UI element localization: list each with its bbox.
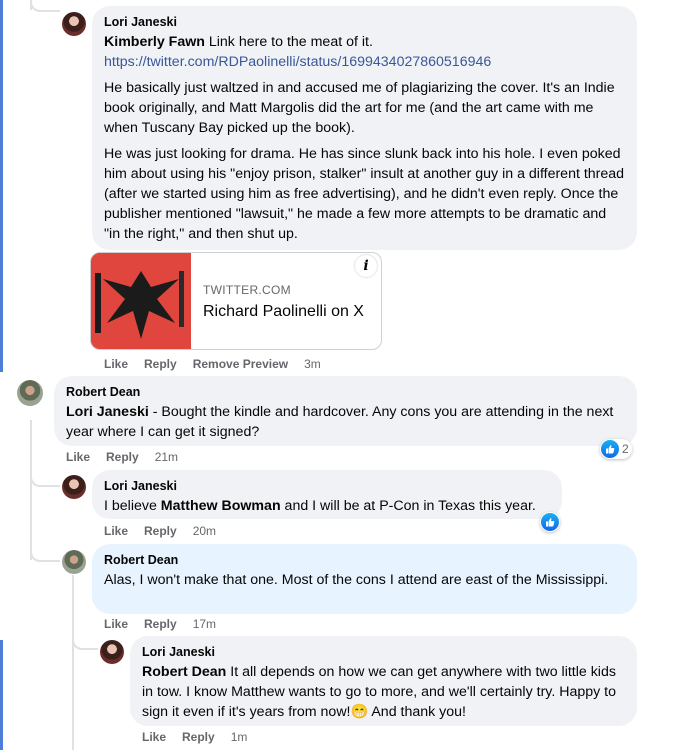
comment-text: Alas, I won't make that one. Most of the… bbox=[104, 572, 609, 588]
mention-link[interactable]: Matthew Bowman bbox=[161, 498, 281, 514]
timestamp[interactable]: 1m bbox=[231, 730, 248, 744]
timestamp[interactable]: 3m bbox=[304, 357, 321, 371]
thread-connector bbox=[72, 628, 98, 650]
preview-title[interactable]: Richard Paolinelli on X bbox=[203, 303, 364, 320]
like-button[interactable]: Like bbox=[104, 357, 128, 371]
like-button[interactable]: Like bbox=[104, 617, 128, 631]
timestamp[interactable]: 20m bbox=[193, 524, 216, 538]
comment-bubble: Lori Janeski I believe Matthew Bowman an… bbox=[92, 470, 562, 519]
preview-thumbnail bbox=[91, 253, 191, 349]
avatar-lori-icon[interactable] bbox=[100, 640, 124, 664]
preview-meta: TWITTER.COM Richard Paolinelli on X bbox=[203, 283, 364, 321]
comment-bubble: Lori Janeski Robert Dean It all depends … bbox=[130, 636, 637, 726]
thread-connector bbox=[30, 465, 60, 487]
timestamp[interactable]: 21m bbox=[155, 450, 178, 464]
comment-text: I believe Matthew Bowman and I will be a… bbox=[104, 498, 536, 514]
thread-line bbox=[30, 420, 32, 560]
like-button[interactable]: Like bbox=[66, 450, 90, 464]
comment-author[interactable]: Lori Janeski bbox=[142, 644, 625, 660]
comment-actions: Like Reply 17m bbox=[104, 617, 216, 631]
avatar-robert-icon[interactable] bbox=[17, 380, 43, 406]
reply-button[interactable]: Reply bbox=[106, 450, 139, 464]
comment-text: Lori Janeski - Bought the kindle and har… bbox=[66, 404, 614, 440]
comment-actions: Like Reply 21m bbox=[66, 450, 178, 464]
comment-paragraph: He was just looking for drama. He has si… bbox=[104, 146, 625, 242]
comment-author[interactable]: Lori Janeski bbox=[104, 478, 550, 494]
comment-actions: Like Reply 1m bbox=[142, 730, 247, 744]
comment-bubble: Robert Dean Lori Janeski - Bought the ki… bbox=[54, 376, 637, 446]
reply-button[interactable]: Reply bbox=[144, 357, 177, 371]
reaction-count: 2 bbox=[622, 442, 629, 456]
mention-link[interactable]: Robert Dean bbox=[142, 664, 226, 680]
comment-text: Robert Dean It all depends on how we can… bbox=[142, 664, 616, 720]
avatar-lori-icon[interactable] bbox=[62, 475, 86, 499]
thread-edge-bar bbox=[0, 640, 3, 750]
comment-actions: Like Reply Remove Preview 3m bbox=[104, 357, 321, 371]
info-icon[interactable]: i bbox=[355, 255, 377, 277]
reply-button[interactable]: Reply bbox=[182, 730, 215, 744]
mention-link[interactable]: Kimberly Fawn bbox=[104, 34, 205, 50]
remove-preview-button[interactable]: Remove Preview bbox=[193, 357, 288, 371]
reply-button[interactable]: Reply bbox=[144, 617, 177, 631]
thumbs-up-icon bbox=[541, 513, 559, 531]
link-preview-card[interactable]: TWITTER.COM Richard Paolinelli on X i bbox=[90, 252, 382, 350]
timestamp[interactable]: 17m bbox=[193, 617, 216, 631]
like-button[interactable]: Like bbox=[142, 730, 166, 744]
comment-author[interactable]: Robert Dean bbox=[66, 384, 625, 400]
thread-connector bbox=[30, 0, 60, 12]
reaction-badge[interactable]: 2 bbox=[600, 439, 632, 459]
comment-author[interactable]: Robert Dean bbox=[104, 552, 625, 568]
avatar-lori-icon[interactable] bbox=[62, 12, 86, 36]
like-button[interactable]: Like bbox=[104, 524, 128, 538]
phoenix-cover-image bbox=[91, 253, 191, 349]
status-link[interactable]: https://twitter.com/RDPaolinelli/status/… bbox=[104, 54, 491, 70]
reply-button[interactable]: Reply bbox=[144, 524, 177, 538]
avatar-robert-icon[interactable] bbox=[62, 550, 86, 574]
comment-paragraph: He basically just waltzed in and accused… bbox=[104, 80, 615, 136]
comment-bubble-highlighted: Robert Dean Alas, I won't make that one.… bbox=[92, 544, 637, 614]
preview-domain: TWITTER.COM bbox=[203, 283, 291, 297]
thread-connector bbox=[30, 540, 60, 562]
comment-bubble: Lori Janeski Kimberly Fawn Link here to … bbox=[92, 6, 637, 250]
thread-line bbox=[72, 575, 74, 750]
grin-emoji-icon: 😁 bbox=[350, 704, 369, 720]
comment-actions: Like Reply 20m bbox=[104, 524, 216, 538]
comment-text: Kimberly Fawn Link here to the meat of i… bbox=[104, 34, 625, 242]
thread-edge-bar bbox=[0, 0, 3, 372]
thumbs-up-icon bbox=[601, 440, 619, 458]
comment-author[interactable]: Lori Janeski bbox=[104, 14, 625, 30]
reaction-badge[interactable] bbox=[540, 512, 560, 532]
mention-link[interactable]: Lori Janeski bbox=[66, 404, 149, 420]
